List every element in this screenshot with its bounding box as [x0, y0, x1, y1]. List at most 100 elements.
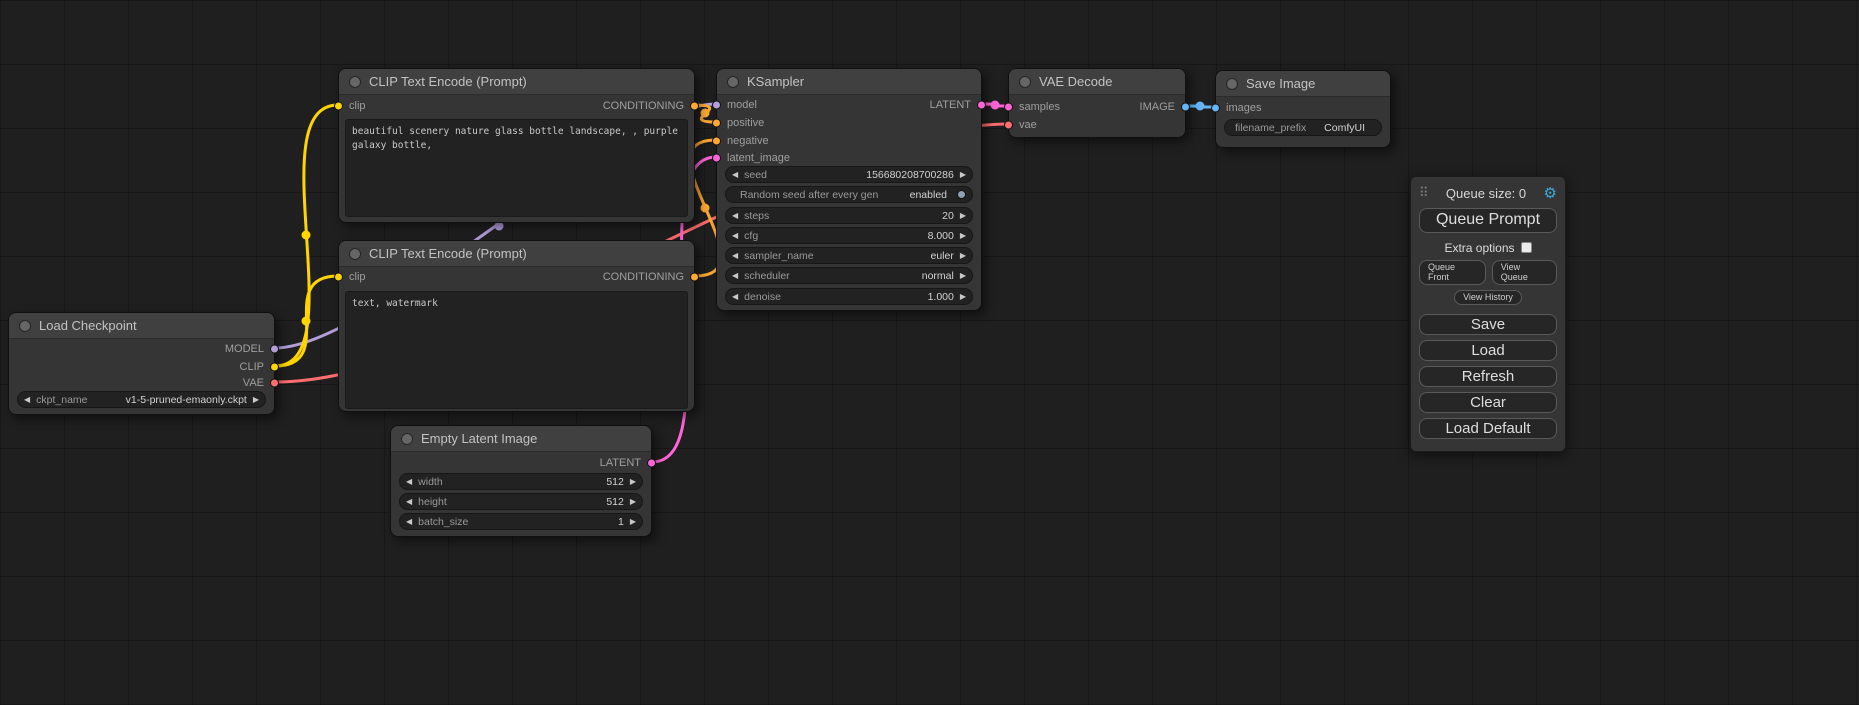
widget-seed[interactable]: ◀ seed 156680208700286 ▶ — [725, 166, 973, 183]
load-button[interactable]: Load — [1419, 340, 1557, 361]
increment-arrow-icon[interactable]: ▶ — [630, 478, 636, 486]
increment-arrow-icon[interactable]: ▶ — [960, 171, 966, 179]
collapse-dot[interactable] — [1019, 76, 1031, 88]
model-port-icon[interactable] — [270, 345, 279, 354]
widget-denoise[interactable]: ◀ denoise 1.000 ▶ — [725, 288, 973, 305]
widget-cfg[interactable]: ◀ cfg 8.000 ▶ — [725, 227, 973, 244]
decrement-arrow-icon[interactable]: ◀ — [406, 478, 412, 486]
increment-arrow-icon[interactable]: ▶ — [960, 293, 966, 301]
node-title-bar[interactable]: CLIP Text Encode (Prompt) — [339, 241, 694, 267]
widget-steps[interactable]: ◀ steps 20 ▶ — [725, 207, 973, 224]
widget-sampler-name[interactable]: ◀ sampler_name euler ▶ — [725, 247, 973, 264]
output-slot-conditioning[interactable]: CONDITIONING — [603, 269, 694, 285]
widget-batch-size[interactable]: ◀ batch_size 1 ▶ — [399, 513, 643, 530]
node-title-bar[interactable]: CLIP Text Encode (Prompt) — [339, 69, 694, 95]
latent-port-icon[interactable] — [712, 154, 721, 163]
conditioning-port-icon[interactable] — [690, 273, 699, 282]
settings-gear-icon[interactable]: ⚙ — [1544, 186, 1557, 201]
node-title-bar[interactable]: Save Image — [1216, 71, 1390, 97]
image-port-icon[interactable] — [1211, 104, 1220, 113]
save-button[interactable]: Save — [1419, 314, 1557, 335]
latent-port-icon[interactable] — [977, 101, 986, 110]
widget-random-seed-toggle[interactable]: Random seed after every gen enabled — [725, 186, 973, 203]
output-slot-latent[interactable]: LATENT — [600, 455, 651, 471]
refresh-button[interactable]: Refresh — [1419, 366, 1557, 387]
node-title-bar[interactable]: VAE Decode — [1009, 69, 1185, 95]
output-slot-model[interactable]: MODEL — [225, 341, 274, 357]
input-slot-positive[interactable]: positive — [717, 115, 764, 131]
widget-height[interactable]: ◀ height 512 ▶ — [399, 493, 643, 510]
increment-arrow-icon[interactable]: ▶ — [960, 272, 966, 280]
input-slot-clip[interactable]: clip — [339, 98, 366, 114]
decrement-arrow-icon[interactable]: ◀ — [406, 518, 412, 526]
collapse-dot[interactable] — [727, 76, 739, 88]
queue-prompt-button[interactable]: Queue Prompt — [1419, 208, 1557, 233]
node-empty-latent-image[interactable]: Empty Latent Image LATENT ◀ width 512 ▶ … — [390, 425, 652, 537]
widget-ckpt-name[interactable]: ◀ ckpt_name v1-5-pruned-emaonly.ckpt ▶ — [17, 391, 266, 408]
collapse-dot[interactable] — [1226, 78, 1238, 90]
clip-port-icon[interactable] — [334, 273, 343, 282]
node-title-bar[interactable]: Empty Latent Image — [391, 426, 651, 452]
model-port-icon[interactable] — [712, 101, 721, 110]
decrement-arrow-icon[interactable]: ◀ — [24, 396, 30, 404]
node-clip-text-encode-positive[interactable]: CLIP Text Encode (Prompt) clip CONDITION… — [338, 68, 695, 223]
node-save-image[interactable]: Save Image images filename_prefix ComfyU… — [1215, 70, 1391, 148]
collapse-dot[interactable] — [349, 76, 361, 88]
graph-canvas[interactable]: { "colors": { "MODEL": "#B39DDB", "CLIP"… — [0, 0, 1859, 705]
clip-port-icon[interactable] — [270, 363, 279, 372]
view-history-button[interactable]: View History — [1454, 290, 1522, 305]
increment-arrow-icon[interactable]: ▶ — [960, 212, 966, 220]
node-title-bar[interactable]: Load Checkpoint — [9, 313, 274, 339]
input-slot-vae[interactable]: vae — [1009, 117, 1037, 133]
collapse-dot[interactable] — [19, 320, 31, 332]
collapse-dot[interactable] — [401, 433, 413, 445]
output-slot-clip[interactable]: CLIP — [240, 359, 274, 375]
drag-handle-icon[interactable]: ⠿ — [1419, 185, 1429, 201]
input-slot-clip[interactable]: clip — [339, 269, 366, 285]
vae-port-icon[interactable] — [270, 379, 279, 388]
input-slot-samples[interactable]: samples — [1009, 99, 1060, 115]
extra-options-checkbox[interactable] — [1521, 242, 1532, 253]
node-title-bar[interactable]: KSampler — [717, 69, 981, 95]
collapse-dot[interactable] — [349, 248, 361, 260]
increment-arrow-icon[interactable]: ▶ — [960, 252, 966, 260]
decrement-arrow-icon[interactable]: ◀ — [732, 293, 738, 301]
input-slot-negative[interactable]: negative — [717, 133, 769, 149]
increment-arrow-icon[interactable]: ▶ — [630, 498, 636, 506]
clip-port-icon[interactable] — [334, 102, 343, 111]
node-clip-text-encode-negative[interactable]: CLIP Text Encode (Prompt) clip CONDITION… — [338, 240, 695, 412]
vae-port-icon[interactable] — [1004, 121, 1013, 130]
view-queue-button[interactable]: View Queue — [1492, 260, 1557, 285]
input-slot-latent-image[interactable]: latent_image — [717, 150, 790, 166]
image-port-icon[interactable] — [1181, 103, 1190, 112]
widget-filename-prefix[interactable]: filename_prefix ComfyUI — [1224, 119, 1382, 136]
conditioning-port-icon[interactable] — [712, 137, 721, 146]
output-slot-latent[interactable]: LATENT — [930, 97, 981, 113]
decrement-arrow-icon[interactable]: ◀ — [732, 232, 738, 240]
node-vae-decode[interactable]: VAE Decode samples vae IMAGE — [1008, 68, 1186, 138]
queue-front-button[interactable]: Queue Front — [1419, 260, 1486, 285]
node-load-checkpoint[interactable]: Load Checkpoint MODEL CLIP VAE ◀ ckpt_na… — [8, 312, 275, 415]
conditioning-port-icon[interactable] — [712, 119, 721, 128]
toggle-knob-icon[interactable] — [957, 190, 966, 199]
load-default-button[interactable]: Load Default — [1419, 418, 1557, 439]
output-slot-image[interactable]: IMAGE — [1140, 99, 1185, 115]
node-ksampler[interactable]: KSampler model positive negative latent_… — [716, 68, 982, 311]
increment-arrow-icon[interactable]: ▶ — [630, 518, 636, 526]
input-slot-model[interactable]: model — [717, 97, 757, 113]
prompt-textarea[interactable]: beautiful scenery nature glass bottle la… — [345, 119, 688, 217]
decrement-arrow-icon[interactable]: ◀ — [732, 212, 738, 220]
latent-port-icon[interactable] — [1004, 103, 1013, 112]
widget-scheduler[interactable]: ◀ scheduler normal ▶ — [725, 267, 973, 284]
decrement-arrow-icon[interactable]: ◀ — [406, 498, 412, 506]
decrement-arrow-icon[interactable]: ◀ — [732, 171, 738, 179]
increment-arrow-icon[interactable]: ▶ — [960, 232, 966, 240]
prompt-textarea[interactable]: text, watermark — [345, 291, 688, 409]
widget-width[interactable]: ◀ width 512 ▶ — [399, 473, 643, 490]
increment-arrow-icon[interactable]: ▶ — [253, 396, 259, 404]
latent-port-icon[interactable] — [647, 459, 656, 468]
decrement-arrow-icon[interactable]: ◀ — [732, 272, 738, 280]
output-slot-conditioning[interactable]: CONDITIONING — [603, 98, 694, 114]
queue-menu-panel[interactable]: ⠿ Queue size: 0 ⚙ Queue Prompt Extra opt… — [1410, 176, 1566, 452]
conditioning-port-icon[interactable] — [690, 102, 699, 111]
